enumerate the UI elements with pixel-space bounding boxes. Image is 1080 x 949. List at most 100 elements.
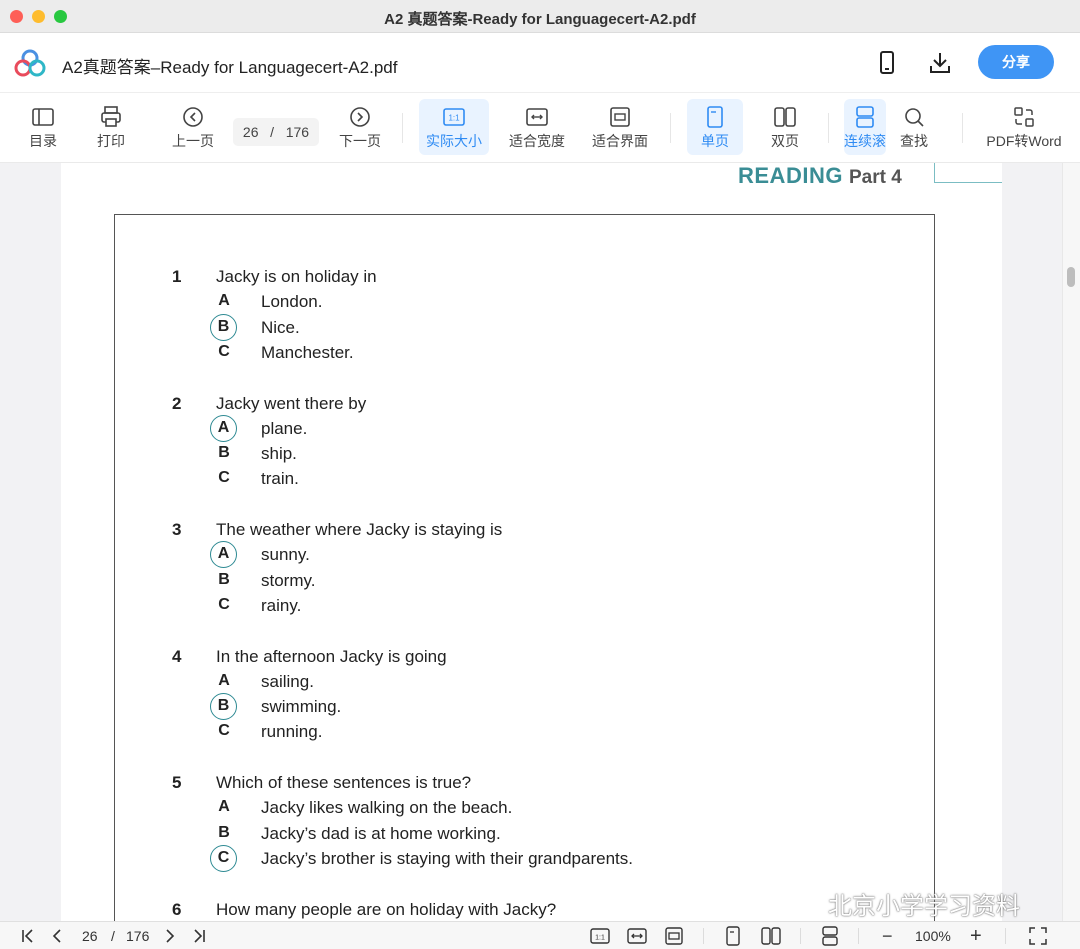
pdf-page: READING Part 4 1 Jacky is on holiday in A Lo… — [61, 163, 1002, 921]
answer-option: B Jacky’s dad is at home working. — [216, 824, 866, 849]
option-letter: C — [218, 595, 230, 613]
circled-answer-letter: A — [210, 541, 237, 569]
single-page-label: 单页 — [701, 133, 729, 149]
status-divider — [703, 928, 704, 944]
double-page-label: 双页 — [771, 133, 799, 149]
option-text: running. — [261, 722, 323, 742]
answer-option: Bship. — [216, 444, 866, 469]
prev-page-button[interactable]: 上一页 — [168, 99, 218, 155]
option-text: stormy. — [261, 570, 316, 590]
print-label: 打印 — [97, 133, 125, 149]
answer-option: Crainy. — [216, 596, 866, 621]
double-page-button[interactable]: 双页 — [760, 99, 810, 155]
page-number-input[interactable]: 26 / 176 — [233, 118, 319, 146]
fit-width-button[interactable]: 适合宽度 — [505, 99, 569, 155]
option-text: Jacky likes walking on the beach. — [261, 798, 513, 818]
circled-answer-letter: C — [210, 844, 237, 872]
circled-answer-letter: B — [210, 693, 237, 721]
toolbar-divider — [828, 113, 829, 143]
last-page-icon[interactable] — [189, 926, 209, 946]
option-letter: B — [218, 444, 230, 462]
continuous-scroll-icon[interactable] — [820, 926, 840, 946]
scrollbar-thumb[interactable] — [1067, 267, 1075, 287]
single-page-button[interactable]: 单页 — [687, 99, 743, 155]
answer-option: Bstormy. — [216, 571, 866, 596]
search-icon — [905, 108, 924, 127]
print-icon — [101, 106, 121, 127]
page-total: 176 — [285, 124, 310, 140]
fit-width-icon[interactable] — [627, 926, 647, 946]
file-name: A2真题答案–Ready for Languagecert-A2.pdf — [62, 58, 398, 77]
zoom-out-button[interactable]: − — [882, 926, 893, 946]
status-divider — [858, 928, 859, 944]
document-viewer[interactable]: READING Part 4 1 Jacky is on holiday in A Lo… — [0, 163, 1080, 921]
answer-box: 1 Jacky is on holiday in A London. B Nice. C Ma… — [114, 214, 935, 921]
actual-size-button[interactable]: 1:1 实际大小 — [419, 99, 489, 155]
question-text: In the afternoon Jacky is going — [216, 646, 447, 666]
option-text: sailing. — [261, 671, 314, 691]
actual-size-icon[interactable]: 1:1 — [590, 926, 610, 946]
answer-option: Asunny. — [210, 541, 866, 570]
toc-button[interactable]: 目录 — [22, 99, 64, 155]
svg-text:1:1: 1:1 — [448, 114, 460, 123]
option-text: Jacky’s brother is staying with their gr… — [261, 848, 633, 868]
fit-page-icon — [610, 107, 630, 127]
print-button[interactable]: 打印 — [90, 99, 132, 155]
question-text: The weather where Jacky is staying is — [216, 520, 503, 539]
option-letter: A — [218, 671, 230, 689]
section-heading: READING Part 4 — [738, 163, 902, 191]
answer-option: A London. — [216, 292, 866, 317]
question-number: 2 — [172, 393, 182, 413]
fit-page-icon[interactable] — [664, 926, 684, 946]
pdf-to-word-label: PDF转Word — [986, 133, 1062, 149]
question-text: Jacky went there by — [216, 393, 367, 413]
next-page-button[interactable]: 下一页 — [335, 99, 385, 155]
watermark: 北京小学学习资料 — [786, 886, 1020, 920]
status-divider — [800, 928, 801, 944]
single-page-icon[interactable] — [723, 926, 743, 946]
question-number: 5 — [172, 773, 182, 792]
actual-size-icon: 1:1 — [443, 108, 465, 126]
continuous-scroll-button[interactable]: 连续滚 — [844, 99, 886, 155]
next-page-icon[interactable] — [160, 926, 180, 946]
find-button[interactable]: 查找 — [892, 99, 936, 155]
toolbar: 目录 打印 上一页 26 / 176 下一页 1:1 实际大小 适合宽度 适合界… — [0, 93, 1080, 163]
question-number: 6 — [172, 899, 182, 919]
double-page-icon[interactable] — [761, 926, 781, 946]
prev-page-icon[interactable] — [47, 926, 67, 946]
app-header: A2真题答案–Ready for Languagecert-A2.pdf 分享 — [0, 33, 1080, 93]
phone-icon[interactable] — [873, 49, 901, 77]
status-page-current[interactable]: 26 — [82, 926, 98, 946]
option-text: ship. — [261, 444, 297, 464]
option-text: rainy. — [261, 595, 302, 615]
pdf-to-word-button[interactable]: PDF转Word — [984, 99, 1064, 155]
option-text: train. — [261, 469, 299, 489]
option-letter: B — [218, 823, 230, 841]
answer-option: C Jacky’s brother is staying with their g… — [210, 844, 866, 874]
question-text: How many people are on holiday with Jack… — [216, 899, 557, 919]
page-separator: / — [270, 124, 275, 140]
question-text: Jacky is on holiday in — [216, 267, 377, 286]
option-text: swimming. — [261, 697, 342, 717]
status-page-separator: / — [111, 928, 115, 944]
next-page-icon — [350, 107, 370, 127]
double-page-icon — [774, 107, 796, 127]
section-word: READING — [738, 163, 843, 188]
fit-page-button[interactable]: 适合界面 — [588, 99, 652, 155]
expand-icon[interactable] — [1028, 926, 1048, 946]
toolbar-divider — [402, 113, 403, 143]
first-page-icon[interactable] — [18, 926, 38, 946]
page-current: 26 — [242, 124, 259, 140]
continuous-scroll-icon — [856, 106, 874, 128]
share-button[interactable]: 分享 — [978, 45, 1054, 79]
download-icon[interactable] — [926, 49, 954, 77]
option-text: London. — [261, 292, 323, 312]
circled-answer-letter: A — [210, 414, 237, 442]
zoom-in-button[interactable]: + — [970, 926, 982, 946]
answer-option: Bswimming. — [210, 693, 866, 722]
zoom-level[interactable]: 100% — [915, 926, 951, 946]
toolbar-divider — [670, 113, 671, 143]
question-text: Which of these sentences is true? — [216, 773, 472, 792]
window-titlebar: A2 真题答案-Ready for Languagecert-A2.pdf — [0, 0, 1080, 33]
toc-label: 目录 — [29, 133, 57, 149]
